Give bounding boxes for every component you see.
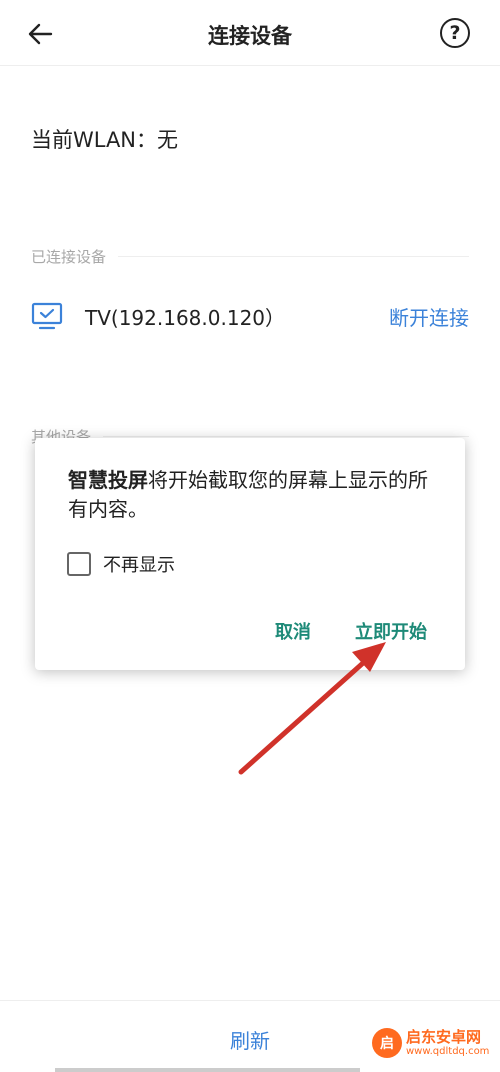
watermark: 启 启东安卓网 www.qdltdq.com — [372, 1028, 489, 1058]
dont-show-again-label: 不再显示 — [103, 555, 175, 576]
start-now-button[interactable]: 立即开始 — [355, 618, 427, 644]
dialog-app-name: 智慧投屏 — [68, 468, 148, 492]
navigation-bar — [55, 1068, 360, 1072]
dont-show-again-checkbox[interactable] — [67, 552, 91, 576]
dialog-message: 智慧投屏将开始截取您的屏幕上显示的所有内容。 — [68, 466, 438, 524]
watermark-title: 启东安卓网 — [406, 1027, 482, 1046]
dont-show-again-row[interactable]: 不再显示 — [67, 551, 175, 577]
device-name: TV(192.168.0.120） — [85, 305, 286, 330]
connected-devices-label: 已连接设备 — [31, 248, 107, 266]
wlan-label: 当前WLAN： — [31, 128, 158, 152]
section-divider — [118, 256, 469, 257]
watermark-logo-icon: 启 — [372, 1028, 402, 1058]
cancel-button[interactable]: 取消 — [275, 618, 311, 644]
section-divider — [103, 436, 469, 437]
help-button[interactable]: ? — [440, 18, 470, 48]
watermark-text: 启东安卓网 www.qdltdq.com — [406, 1027, 490, 1058]
question-circle-icon: ? — [449, 22, 461, 44]
watermark-url: www.qdltdq.com — [406, 1045, 490, 1057]
tv-monitor-icon — [31, 302, 63, 330]
wlan-status: 当前WLAN：无 — [31, 124, 178, 154]
screen-capture-dialog: 智慧投屏将开始截取您的屏幕上显示的所有内容。 不再显示 取消 立即开始 — [35, 438, 465, 670]
page-title: 连接设备 — [208, 24, 292, 48]
app-header: 连接设备 ? — [0, 0, 500, 66]
connected-device-row: TV(192.168.0.120） 断开连接 — [31, 296, 469, 336]
disconnect-button[interactable]: 断开连接 — [389, 302, 469, 331]
connected-devices-header: 已连接设备 — [31, 246, 469, 267]
wlan-value: 无 — [157, 128, 179, 152]
